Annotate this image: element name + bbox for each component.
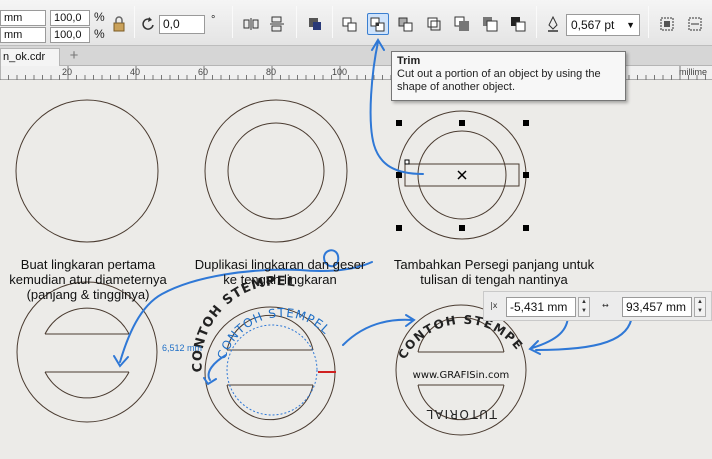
trim-icon [370, 17, 385, 32]
degree-label: ° [211, 14, 216, 26]
chevron-down-icon: ▼ [626, 20, 635, 30]
x-spinner[interactable]: ▲ ▼ [578, 297, 590, 317]
caption-step-2: Duplikasi lingkaran dan geser ke tengah … [194, 257, 366, 287]
document-tab[interactable]: n_ok.cdr [0, 48, 60, 66]
percent-label-x: % [94, 10, 105, 24]
svg-text:|x: |x [490, 301, 498, 310]
scale-y-field[interactable]: 100,0 [50, 27, 90, 43]
property-toolbar: mm mm 100,0 100,0 % % 0,0 ° 0,567 pt ▼ [0, 0, 712, 46]
mirror-horizontal-button[interactable] [240, 13, 262, 35]
wrap-text-icon [688, 17, 702, 31]
lock-ratio-button[interactable] [108, 13, 130, 35]
diameter-measure: 6,512 mm [162, 343, 203, 353]
convert-to-curves-button[interactable] [656, 13, 678, 35]
add-tab-button[interactable]: + [64, 48, 84, 65]
tooltip-description: Cut out a portion of an object by using … [397, 68, 601, 93]
mirror-vertical-icon [270, 16, 284, 32]
pen-nib-icon [548, 16, 558, 32]
back-minus-front-icon [483, 17, 498, 32]
weld-icon [342, 17, 357, 32]
y-position-field[interactable]: 93,457 mm [622, 297, 692, 317]
lock-icon [113, 16, 125, 32]
y-spinner[interactable]: ▲ ▼ [694, 297, 706, 317]
y-position-icon: ↔ [602, 301, 609, 310]
mirror-horizontal-icon [243, 18, 259, 30]
wrap-text-button[interactable] [684, 13, 706, 35]
intersect-button[interactable] [395, 13, 417, 35]
mirror-vertical-button[interactable] [266, 13, 288, 35]
rotation-button[interactable] [138, 13, 160, 35]
intersect-icon [398, 17, 413, 32]
position-property-bar: |x -5,431 mm ▲ ▼ ↔ 93,457 mm ▲ ▼ [483, 291, 712, 321]
create-boundary-button[interactable] [507, 13, 529, 35]
x-position-field[interactable]: -5,431 mm [506, 297, 576, 317]
ruler-label: 80 [266, 67, 277, 77]
front-minus-back-icon [454, 16, 469, 31]
trim-button[interactable] [367, 13, 389, 35]
ruler-label: 40 [130, 67, 141, 77]
x-position-icon: |x [490, 301, 498, 310]
weld-button[interactable] [339, 13, 361, 35]
rotation-field[interactable]: 0,0 [159, 15, 205, 34]
ruler-unit: millime [679, 67, 707, 77]
caption-step-1: Buat lingkaran pertama kemudian atur dia… [9, 257, 167, 302]
percent-label-y: % [94, 27, 105, 41]
front-minus-back-button[interactable] [451, 13, 473, 35]
back-minus-front-button[interactable] [479, 13, 501, 35]
simplify-icon [427, 17, 441, 31]
ruler-label: 100 [332, 67, 348, 77]
simplify-button[interactable] [423, 13, 445, 35]
arrange-icon [309, 18, 321, 30]
ruler-label: 60 [198, 67, 209, 77]
ruler-label: 20 [62, 67, 73, 77]
svg-text:↔: ↔ [602, 301, 609, 310]
caption-step-3: Tambahkan Persegi panjang untuk tulisan … [393, 257, 595, 287]
boundary-icon [511, 17, 526, 32]
trim-tooltip: Trim Cut out a portion of an object by u… [391, 51, 626, 101]
outline-pen-button[interactable] [542, 13, 564, 35]
height-field[interactable]: mm [0, 27, 46, 43]
coreldraw-window: mm mm 100,0 100,0 % % 0,0 ° 0,567 pt ▼ n… [0, 0, 712, 459]
scale-x-field[interactable]: 100,0 [50, 10, 90, 26]
arrange-button[interactable] [304, 13, 326, 35]
tooltip-title: Trim [397, 55, 421, 67]
align-icon [660, 17, 674, 31]
outline-width-dropdown[interactable]: 0,567 pt ▼ [566, 14, 640, 36]
rotate-icon [142, 17, 154, 30]
width-field[interactable]: mm [0, 10, 46, 26]
